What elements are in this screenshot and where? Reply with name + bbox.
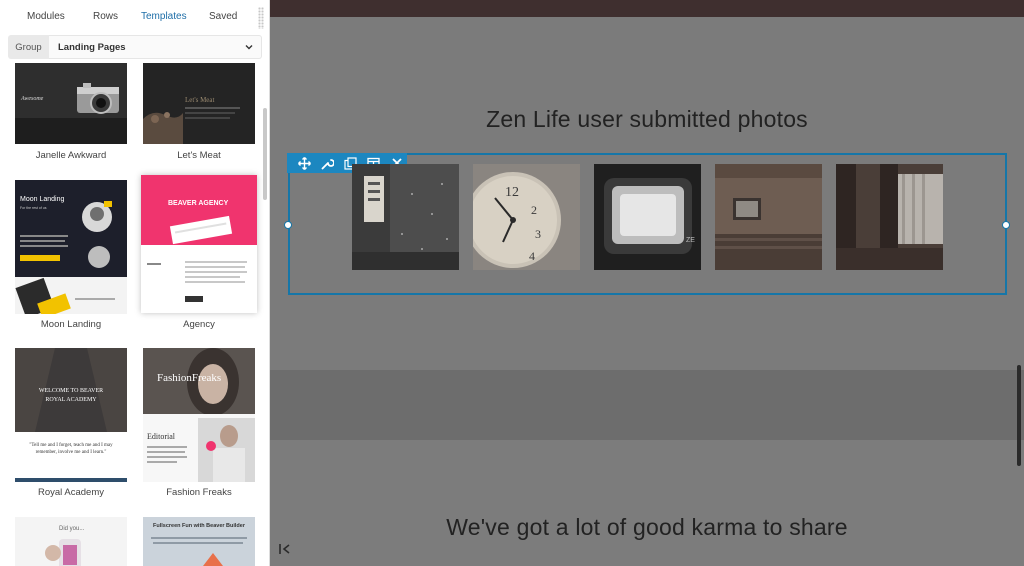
- group-label: Group: [8, 35, 49, 59]
- tab-modules[interactable]: Modules: [27, 11, 65, 22]
- thumb-title: Let's Meat: [185, 96, 215, 104]
- template-label: Royal Academy: [37, 487, 104, 498]
- template-thumbnail: Let's Meat: [143, 63, 255, 144]
- template-thumbnail: Fullscreen Fun with Beaver Builder: [143, 517, 255, 566]
- svg-text:2: 2: [531, 203, 537, 217]
- template-label: Fashion Freaks: [166, 487, 232, 498]
- svg-text:4: 4: [529, 249, 535, 263]
- section-heading-photos: Zen Life user submitted photos: [486, 106, 808, 132]
- tab-saved[interactable]: Saved: [209, 11, 237, 22]
- template-label: Agency: [183, 319, 215, 330]
- thumb-title: Moon Landing: [20, 196, 65, 203]
- page-header-strip: [270, 0, 1024, 17]
- group-select[interactable]: Landing Pages: [49, 35, 262, 59]
- gallery-photo-clock[interactable]: 12 2 3 4: [473, 164, 580, 270]
- section-heading-karma: We've got a lot of good karma to share: [446, 514, 848, 540]
- gallery-photo-sign[interactable]: [352, 164, 459, 270]
- thumb-title: Awesome: [21, 96, 44, 102]
- template-card-royal-academy[interactable]: WELCOME TO BEAVER ROYAL ACADEMY "Tell me…: [15, 348, 127, 498]
- phone-thumbnail-image: [15, 517, 127, 566]
- collapse-panel-icon[interactable]: [278, 542, 292, 556]
- template-card-moon-landing[interactable]: Moon Landing For the rest of us Moon Lan…: [15, 180, 127, 330]
- panel-scrollbar[interactable]: [263, 108, 267, 200]
- template-card[interactable]: Did you...: [15, 517, 127, 566]
- thumb-title: Did you...: [59, 526, 85, 532]
- agency-thumbnail-image: [141, 175, 257, 302]
- template-card-agency[interactable]: BEAVER AGENCY Agency: [141, 175, 257, 330]
- template-thumbnail: FashionFreaks Editorial: [143, 348, 255, 482]
- thumb-title: BEAVER AGENCY: [168, 200, 229, 207]
- template-label: Let's Meat: [177, 150, 221, 161]
- karma-section: [270, 440, 1024, 566]
- template-label: Moon Landing: [40, 319, 102, 330]
- chevron-down-icon: [245, 45, 253, 50]
- room-image: [715, 164, 822, 270]
- svg-text:3: 3: [535, 227, 541, 241]
- svg-text:12: 12: [505, 185, 519, 200]
- template-thumbnail: Moon Landing For the rest of us: [15, 180, 127, 314]
- template-thumbnail: WELCOME TO BEAVER ROYAL ACADEMY "Tell me…: [15, 348, 127, 482]
- svg-text:ZE: ZE: [686, 237, 695, 244]
- thumb-title: FashionFreaks: [157, 372, 222, 384]
- curtain-image: [836, 164, 943, 270]
- template-card-lets-meat[interactable]: Let's Meat Let's Meat: [143, 63, 255, 161]
- resize-handle-left[interactable]: [284, 221, 292, 229]
- template-filter: Group Landing Pages: [8, 35, 262, 59]
- resize-handle-right[interactable]: [1002, 221, 1010, 229]
- template-thumbnail: Did you...: [15, 517, 127, 566]
- tab-templates[interactable]: Templates: [141, 11, 187, 22]
- group-select-value: Landing Pages: [58, 41, 126, 53]
- template-thumbnail: BEAVER AGENCY: [141, 175, 257, 313]
- gallery-photo-curtain[interactable]: [836, 164, 943, 270]
- move-icon[interactable]: [296, 155, 313, 172]
- wrench-icon[interactable]: [319, 155, 336, 172]
- camera-thumbnail-image: [15, 63, 127, 144]
- content-panel: Modules Rows Templates Saved Group Landi…: [0, 0, 270, 566]
- fashion-thumbnail-image: [143, 348, 255, 482]
- canvas-scrollbar[interactable]: [1017, 365, 1021, 466]
- panel-tabs: Modules Rows Templates Saved: [0, 0, 269, 33]
- page-canvas: Zen Life user submitted photos 12 2 3 4 …: [270, 0, 1024, 566]
- template-thumbnail: Awesome: [15, 63, 127, 144]
- thumb-title: WELCOME TO BEAVER ROYAL ACADEMY: [38, 388, 104, 403]
- template-card-janelle-awkward[interactable]: Awesome Janelle Awkward: [15, 63, 127, 161]
- template-label: Janelle Awkward: [35, 150, 107, 161]
- template-card-fashion-freaks[interactable]: FashionFreaks Editorial Fashion Freaks: [143, 348, 255, 498]
- window-image: ZE: [594, 164, 701, 270]
- clock-image: 12 2 3 4: [473, 164, 580, 270]
- tab-rows[interactable]: Rows: [93, 11, 118, 22]
- divider-section: [270, 370, 1024, 440]
- sign-image: [352, 164, 459, 270]
- gallery-photo-window[interactable]: ZE: [594, 164, 701, 270]
- thumb-subtitle: For the rest of us: [20, 206, 47, 210]
- gallery-photo-room[interactable]: [715, 164, 822, 270]
- library-thumbnail-image: [15, 348, 127, 482]
- thumb-subtitle: Editorial: [147, 432, 175, 441]
- thumb-title: Fullscreen Fun with Beaver Builder: [153, 523, 245, 529]
- thumb-quote: "Tell me and I forget, teach me and I ma…: [29, 443, 113, 455]
- template-card[interactable]: Fullscreen Fun with Beaver Builder: [143, 517, 255, 566]
- panel-drag-handle[interactable]: [258, 7, 264, 29]
